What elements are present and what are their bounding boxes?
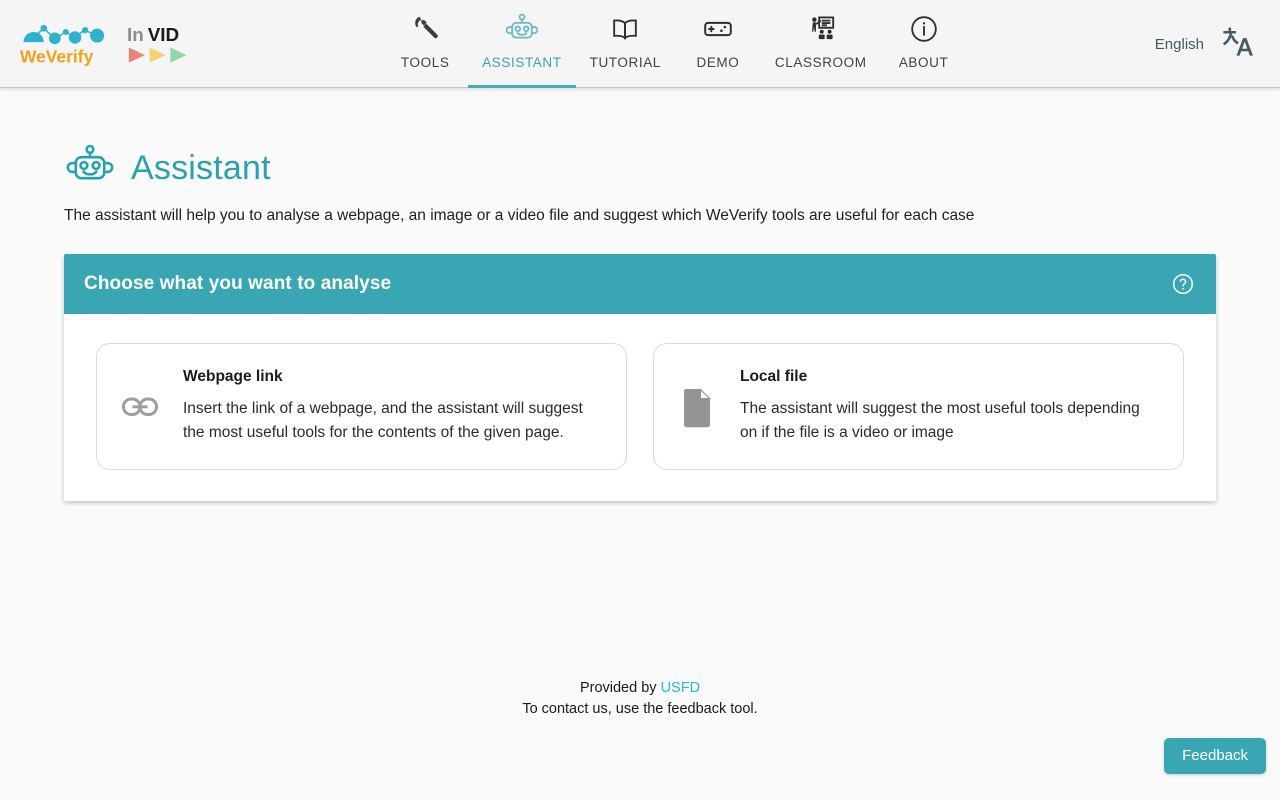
option-desc-local-file: The assistant will suggest the most usef… [740, 400, 1140, 442]
panel-header: Choose what you want to analyse [64, 254, 1216, 314]
brand-logos: WeVerify In VID [0, 0, 194, 88]
invid-logo[interactable]: In VID [126, 23, 194, 65]
nav-item-about[interactable]: ABOUT [881, 0, 967, 88]
nav-item-classroom[interactable]: CLASSROOM [761, 0, 881, 88]
robot-icon [505, 12, 538, 46]
invid-triangle-3 [170, 47, 187, 63]
language-label: English [1154, 35, 1204, 53]
language-selector[interactable]: English [1155, 0, 1280, 88]
nav-label-tools: TOOLS [400, 55, 450, 70]
nav-label-about: ABOUT [898, 55, 949, 70]
option-title-local-file: Local file [740, 368, 808, 385]
nav-item-tutorial[interactable]: TUTORIAL [576, 0, 675, 88]
nav-label-tutorial: TUTORIAL [589, 55, 661, 70]
footer-provided-by-line: Provided by USFD [0, 678, 1280, 699]
weverify-logo[interactable]: WeVerify [18, 20, 110, 68]
nav-items-list: TOOLS ASSISTANT TUTORIAL DEMO CLASSROOM … [194, 0, 1155, 88]
invid-vid-text: VID [148, 25, 179, 46]
book-icon [609, 12, 641, 46]
nav-item-tools[interactable]: TOOLS [382, 0, 468, 88]
analyse-panel: Choose what you want to analyse Webpage … [64, 254, 1216, 502]
page-title-row: Assistant [66, 144, 1280, 193]
page-content: Assistant The assistant will help you to… [0, 144, 1280, 502]
file-icon [676, 386, 718, 428]
nav-label-assistant: ASSISTANT [482, 55, 562, 70]
invid-triangle-1 [128, 47, 145, 63]
active-tab-underline [468, 85, 576, 88]
option-desc-webpage-link: Insert the link of a webpage, and the as… [183, 400, 583, 442]
wrench-icon [410, 12, 440, 46]
nav-label-classroom: CLASSROOM [774, 55, 867, 70]
nav-label-demo: DEMO [696, 55, 740, 70]
footer-provider-link[interactable]: USFD [661, 680, 700, 696]
gamepad-icon [702, 12, 734, 46]
help-circle-icon[interactable] [1170, 271, 1196, 297]
nav-item-demo[interactable]: DEMO [675, 0, 761, 88]
option-text-local-file: Local file The assistant will suggest th… [740, 368, 1157, 445]
top-navigation-bar: WeVerify In VID TOOLS ASSISTANT TUTORIAL… [0, 0, 1280, 88]
translate-icon[interactable] [1220, 25, 1254, 64]
option-card-local-file[interactable]: Local file The assistant will suggest th… [653, 343, 1184, 471]
invid-in-text: In [127, 25, 144, 46]
weverify-we-text: We [20, 46, 46, 66]
footer: Provided by USFD To contact us, use the … [0, 678, 1280, 719]
option-text-webpage-link: Webpage link Insert the link of a webpag… [183, 368, 600, 445]
nav-item-assistant[interactable]: ASSISTANT [468, 0, 576, 88]
weverify-logo-graphic: WeVerify [20, 25, 105, 66]
footer-contact-line: To contact us, use the feedback tool. [522, 700, 758, 717]
link-icon [119, 390, 161, 424]
footer-provided-by-text: Provided by [579, 680, 661, 696]
invid-logo-graphic: In VID [127, 25, 187, 63]
option-title-webpage-link: Webpage link [183, 368, 283, 385]
robot-head-icon [66, 144, 114, 193]
invid-triangle-2 [149, 47, 166, 63]
option-card-webpage-link[interactable]: Webpage link Insert the link of a webpag… [96, 343, 627, 471]
feedback-button[interactable]: Feedback [1164, 738, 1266, 774]
app-root: WeVerify In VID TOOLS ASSISTANT TUTORIAL… [0, 0, 1280, 800]
svg-text:WeVerify: WeVerify [20, 46, 94, 66]
panel-body: Webpage link Insert the link of a webpag… [64, 314, 1216, 501]
page-subtitle: The assistant will help you to analyse a… [64, 207, 975, 224]
weverify-verify-text: Verify [46, 46, 94, 66]
page-title: Assistant [131, 149, 271, 187]
panel-title: Choose what you want to analyse [84, 273, 392, 294]
classroom-icon [805, 12, 837, 46]
info-circle-icon [908, 12, 940, 46]
